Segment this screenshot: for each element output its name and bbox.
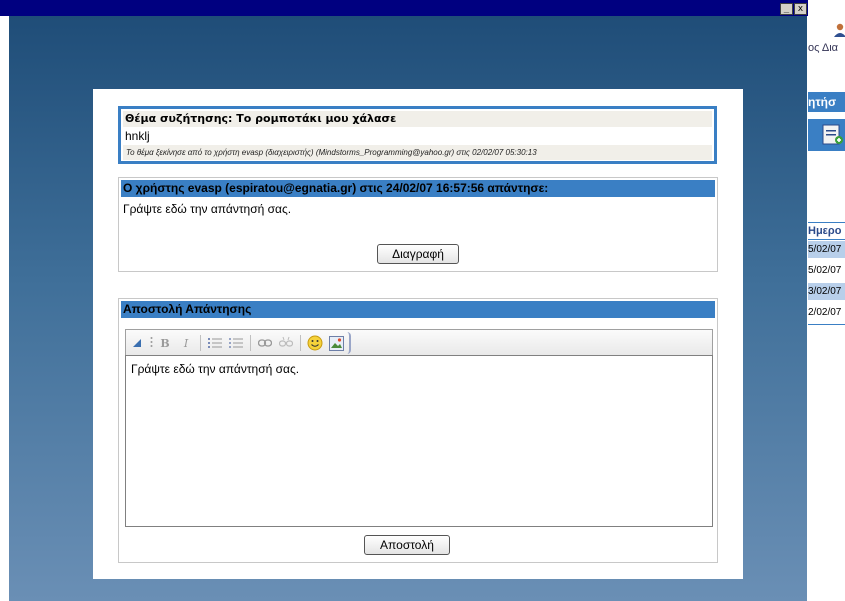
toolbar-separator [200, 335, 201, 351]
window-controls: _ x [780, 3, 807, 15]
delete-button[interactable]: Διαγραφή [377, 244, 459, 264]
modal-backdrop: Θέμα συζήτησης: Το ρομποτάκι μου χάλασε … [9, 16, 807, 601]
toolbar-separator [250, 335, 251, 351]
side-divider [808, 324, 845, 325]
side-user-text[interactable]: ος Δια [808, 42, 838, 54]
smiley-icon[interactable] [306, 334, 324, 352]
editor-text[interactable]: Γράψτε εδώ την απάντησή σας. [131, 362, 299, 376]
topic-meta: Το θέμα ξεκίνησε από το χρήστη evasp (δι… [123, 145, 712, 160]
side-date-row[interactable]: 3/02/07 [808, 283, 845, 300]
ordered-list-icon[interactable] [206, 334, 224, 352]
toolbar-collapse-icon[interactable] [128, 334, 146, 352]
side-column-header-text: Ημερο [808, 225, 842, 237]
side-section-text: ητήσ [808, 95, 837, 109]
toolbar-separator [300, 335, 301, 351]
link-icon[interactable] [256, 334, 274, 352]
toolbar-grip-icon [149, 334, 153, 352]
unordered-list-icon[interactable] [227, 334, 245, 352]
discussion-dialog: Θέμα συζήτησης: Το ρομποτάκι μου χάλασε … [93, 89, 743, 579]
topic-title: Θέμα συζήτησης: Το ρομποτάκι μου χάλασε [123, 111, 712, 127]
close-button[interactable]: x [794, 3, 807, 15]
reply-header: Ο χρήστης evasp (espiratou@egnatia.gr) σ… [121, 180, 715, 197]
editor-toolbar-group: B I [128, 332, 351, 354]
window-titlebar[interactable] [0, 0, 808, 16]
reply-box: Ο χρήστης evasp (espiratou@egnatia.gr) σ… [118, 177, 718, 272]
side-date-row[interactable]: 5/02/07 [808, 241, 845, 258]
insert-image-icon[interactable] [327, 334, 345, 352]
side-date-row[interactable]: 5/02/07 [808, 262, 845, 279]
bold-button[interactable]: B [156, 334, 174, 352]
reply-editor[interactable]: Γράψτε εδώ την απάντησή σας. [125, 355, 713, 527]
minimize-button[interactable]: _ [780, 3, 793, 15]
topic-box: Θέμα συζήτησης: Το ρομποτάκι μου χάλασε … [118, 106, 717, 164]
reply-text: Γράψτε εδώ την απάντησή σας. [123, 202, 292, 216]
editor-toolbar: B I [125, 329, 713, 355]
side-date-row[interactable]: 2/02/07 [808, 304, 845, 321]
user-icon [834, 22, 845, 41]
topic-body: hnklj [125, 129, 150, 143]
send-reply-header: Αποστολή Απάντησης [121, 301, 715, 318]
italic-button[interactable]: I [177, 334, 195, 352]
send-button[interactable]: Αποστολή [364, 535, 450, 555]
side-panel: ος Δια ητήσ Ημερο 5/02/07 5/02/07 3/02/0… [808, 16, 845, 601]
send-reply-box: Αποστολή Απάντησης B I Γράψτε εδώ την απ… [118, 298, 718, 563]
new-post-icon[interactable] [808, 119, 845, 151]
unlink-icon[interactable] [277, 334, 295, 352]
